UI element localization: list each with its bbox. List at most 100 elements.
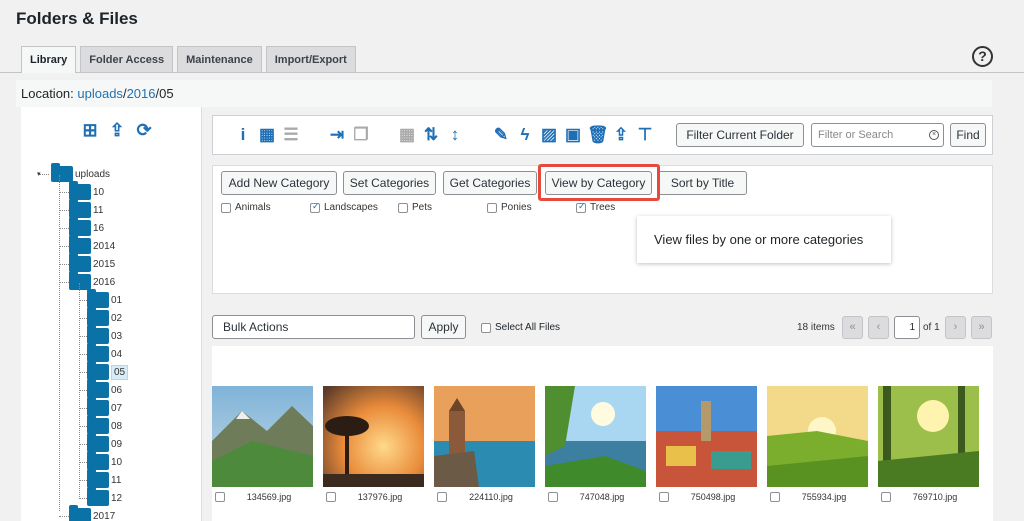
last-page-button[interactable]: » <box>971 316 992 339</box>
folder-icon <box>69 181 91 200</box>
file-checkbox[interactable] <box>881 491 891 502</box>
list-view-icon[interactable]: ☰ <box>281 125 301 145</box>
next-page-button[interactable]: › <box>945 316 966 339</box>
category-checkbox[interactable] <box>221 202 231 213</box>
tab-library[interactable]: Library <box>21 46 77 73</box>
folder-icon <box>87 397 109 416</box>
category-checkbox[interactable] <box>487 202 497 213</box>
select-all-files[interactable]: Select All Files <box>481 322 560 333</box>
category-checkbox[interactable] <box>310 201 320 213</box>
page-title: Folders & Files <box>16 9 138 28</box>
category-checkbox[interactable] <box>576 201 586 213</box>
page-total: of 1 <box>923 322 940 333</box>
first-page-button[interactable]: « <box>842 316 863 339</box>
apply-button[interactable]: Apply <box>421 315 466 339</box>
tree-folder[interactable]: 2017 <box>69 505 115 521</box>
copy-icon[interactable]: ❐ <box>351 125 371 145</box>
calendar-icon[interactable]: ▦ <box>397 125 417 145</box>
add-folder-icon[interactable]: ⊞ <box>81 121 99 139</box>
tab-maintenance[interactable]: Maintenance <box>177 46 262 72</box>
folder-icon <box>87 415 109 434</box>
file-thumbnail[interactable] <box>878 386 979 487</box>
sitemap-icon[interactable]: ⊤ <box>635 125 655 145</box>
bolt-icon[interactable]: ϟ <box>515 125 535 145</box>
sort-by-title-button[interactable]: Sort by Title <box>658 171 747 195</box>
bulk-actions-select[interactable]: Bulk Actions <box>212 315 415 339</box>
search-input[interactable]: Filter or Search × <box>811 123 944 147</box>
move-icon[interactable]: ⇥ <box>327 125 347 145</box>
set-categories-button[interactable]: Set Categories <box>343 171 436 195</box>
category-label: Pets <box>412 202 433 213</box>
location-breadcrumb: Location: uploads/2016/05 <box>16 80 992 107</box>
folder-icon <box>69 505 91 521</box>
category-checkbox[interactable] <box>398 202 408 213</box>
category-option[interactable]: Trees <box>576 201 615 213</box>
upload-icon[interactable]: ⇪ <box>108 121 126 139</box>
file-thumbnail[interactable] <box>656 386 757 487</box>
tree-connector <box>59 210 69 211</box>
tree-folder-label: 16 <box>93 222 105 234</box>
tab-folder-access[interactable]: Folder Access <box>80 46 174 72</box>
file-thumbnail[interactable] <box>212 386 313 487</box>
folder-icon <box>87 361 109 380</box>
edit-icon[interactable]: ✎ <box>491 125 511 145</box>
category-option[interactable]: Animals <box>221 202 271 213</box>
file-thumbnail[interactable] <box>767 386 868 487</box>
file-name: 134569.jpg <box>246 491 292 502</box>
file-checkbox[interactable] <box>659 491 669 502</box>
breadcrumb-2016[interactable]: 2016 <box>127 86 156 101</box>
category-option[interactable]: Ponies <box>487 202 532 213</box>
tab-bar: Library Folder Access Maintenance Import… <box>21 46 356 73</box>
tab-import-export[interactable]: Import/Export <box>265 46 356 72</box>
grid-view-icon[interactable]: ▦ <box>257 125 277 145</box>
tree-connector <box>59 175 60 511</box>
refresh-icon[interactable]: ⟳ <box>135 121 153 139</box>
add-new-category-button[interactable]: Add New Category <box>221 171 337 195</box>
thumbnail-icon[interactable]: ▣ <box>563 125 583 145</box>
upload-file-icon[interactable]: ⇪ <box>611 125 631 145</box>
tree-folder-label: 08 <box>111 420 123 432</box>
file-checkbox[interactable] <box>326 491 336 502</box>
tree-connector <box>59 282 69 283</box>
tree-folder-label: 2015 <box>93 258 116 270</box>
breadcrumb-current: 05 <box>159 86 174 101</box>
breadcrumb-uploads[interactable]: uploads <box>77 86 123 101</box>
page-number-input[interactable]: 1 <box>894 316 920 339</box>
file-caption: 755934.jpg <box>767 490 868 503</box>
file-name: 769710.jpg <box>912 491 958 502</box>
tree-connector <box>59 264 69 265</box>
category-option[interactable]: Landscapes <box>310 201 378 213</box>
file-checkbox[interactable] <box>215 491 225 502</box>
tree-folder-label: 09 <box>111 438 123 450</box>
folder-icon <box>69 199 91 218</box>
trash-icon[interactable]: 🗑 <box>587 125 609 145</box>
find-button[interactable]: Find <box>950 123 986 147</box>
category-option[interactable]: Pets <box>398 202 432 213</box>
clear-search-icon[interactable]: × <box>929 130 939 140</box>
tree-connector <box>79 283 80 499</box>
file-caption: 137976.jpg <box>323 490 424 503</box>
tree-folder[interactable]: 12 <box>87 487 122 507</box>
file-checkbox[interactable] <box>770 491 780 502</box>
help-icon[interactable]: ? <box>972 46 993 67</box>
category-label: Ponies <box>501 202 532 213</box>
info-icon[interactable]: i <box>233 125 253 145</box>
expand-toggle[interactable]: ▾ <box>37 170 41 178</box>
toolbar-icons: i ▦ ☰ ⇥ ❐ ▦ ⇅ ↕ ✎ ϟ ▨ ▣ 🗑 ⇪ ⊤ <box>233 125 659 145</box>
select-all-checkbox[interactable] <box>481 322 491 333</box>
file-name: 224110.jpg <box>469 491 513 502</box>
get-categories-button[interactable]: Get Categories <box>443 171 537 195</box>
file-thumbnail[interactable] <box>323 386 424 487</box>
prev-page-button[interactable]: ‹ <box>868 316 889 339</box>
tree-folder-label: 07 <box>111 402 123 414</box>
file-thumbnail[interactable] <box>434 386 535 487</box>
file-thumbnail[interactable] <box>545 386 646 487</box>
sort-file-icon[interactable]: ⇅ <box>421 125 441 145</box>
sort-arrows-icon[interactable]: ↕ <box>445 125 465 145</box>
file-checkbox[interactable] <box>548 491 558 502</box>
filter-current-folder-button[interactable]: Filter Current Folder <box>676 123 804 147</box>
location-label: Location: <box>21 86 74 101</box>
image-icon[interactable]: ▨ <box>539 125 559 145</box>
file-checkbox[interactable] <box>437 491 447 502</box>
tree-folder-label: 2016 <box>93 276 116 288</box>
